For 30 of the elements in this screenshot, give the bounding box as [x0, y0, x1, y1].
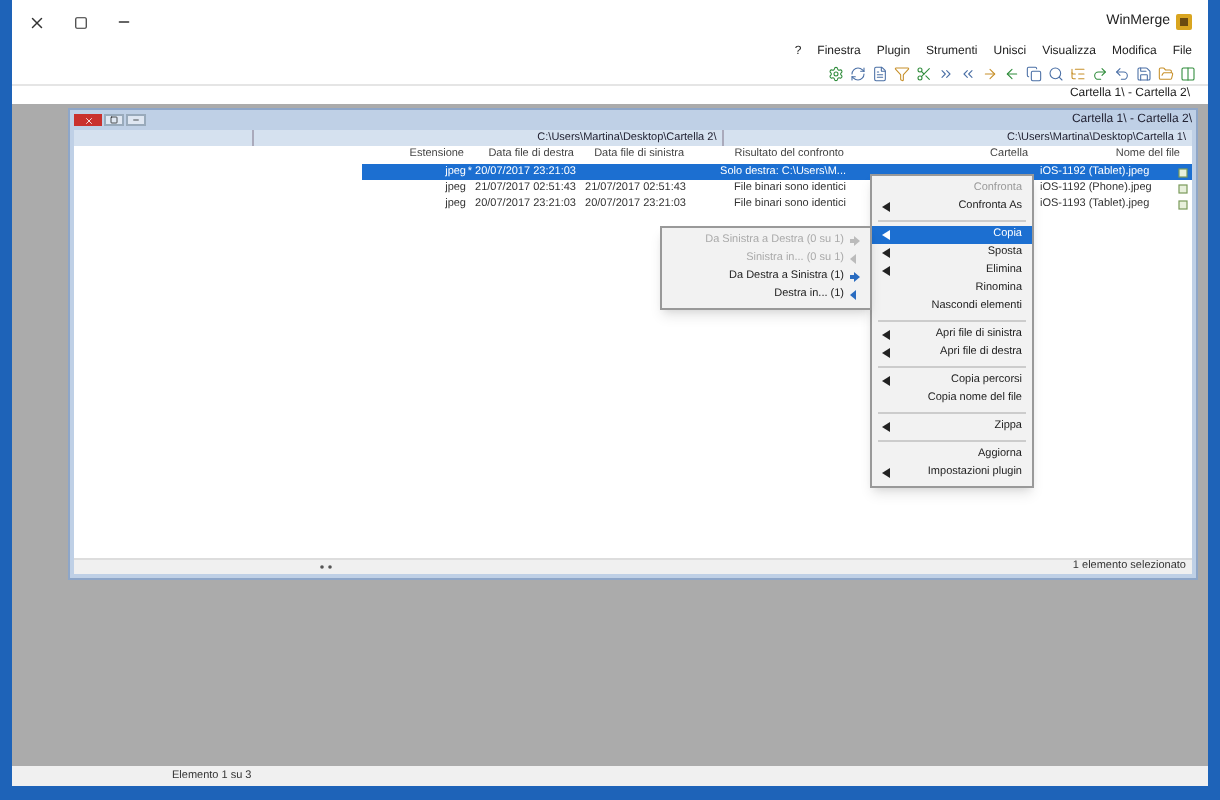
submenu-caret-icon [882, 376, 890, 386]
refresh-icon[interactable] [850, 65, 866, 81]
diff-icon[interactable] [1180, 65, 1196, 81]
arrow-right-icon[interactable] [982, 65, 998, 81]
double-chevron-left-icon[interactable] [960, 65, 976, 81]
folder-icon[interactable] [1158, 65, 1174, 81]
arrow-left-icon[interactable] [1004, 65, 1020, 81]
close-icon[interactable] [28, 13, 46, 31]
document-icon[interactable] [872, 65, 888, 81]
scissors-icon[interactable] [916, 65, 932, 81]
maximize-button[interactable] [104, 114, 124, 126]
app-logo-icon [1176, 14, 1192, 30]
maximize-icon[interactable] [74, 15, 88, 29]
submenu-caret-icon [882, 468, 890, 478]
search-icon[interactable] [1048, 65, 1064, 81]
close-button[interactable] [74, 114, 102, 126]
redo-icon[interactable] [1092, 65, 1108, 81]
minimize-button[interactable] [126, 114, 146, 126]
copy-icon[interactable] [1026, 65, 1042, 81]
submenu-caret-icon [882, 422, 890, 432]
filter-icon[interactable] [894, 65, 910, 81]
tree-icon[interactable] [1070, 65, 1086, 81]
maximize-icon [110, 116, 118, 124]
submenu-caret-icon [882, 202, 890, 212]
save-icon[interactable] [1136, 65, 1152, 81]
minimize-icon [132, 116, 140, 124]
settings-icon[interactable] [828, 65, 844, 81]
undo-icon[interactable] [1114, 65, 1130, 81]
double-chevron-right-icon[interactable] [938, 65, 954, 81]
scroll-grip-icon [320, 564, 332, 570]
